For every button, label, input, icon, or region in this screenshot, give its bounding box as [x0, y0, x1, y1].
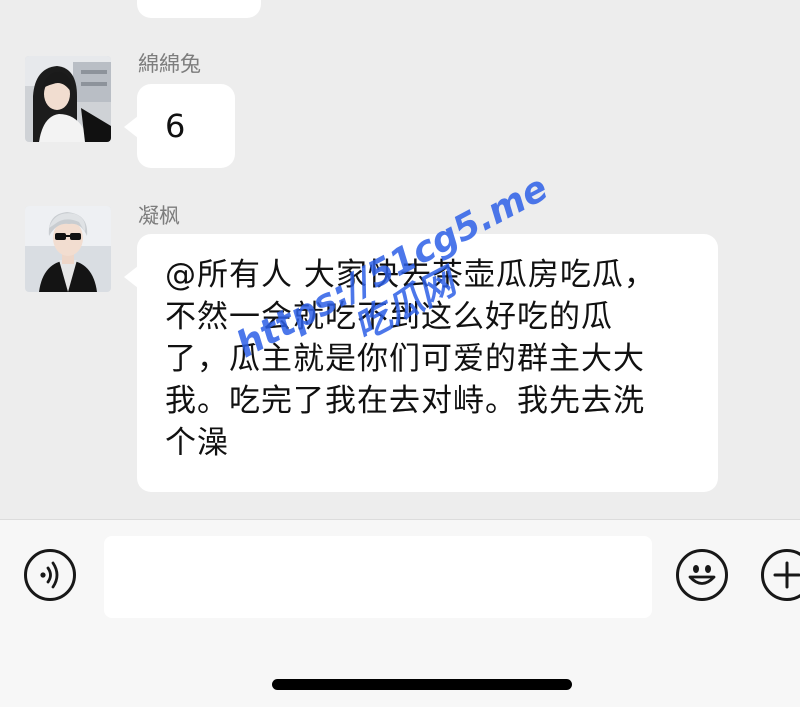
input-bar — [0, 520, 800, 707]
sender-name: 綿綿兔 — [138, 52, 201, 76]
avatar-girl-image — [25, 56, 111, 142]
message-input[interactable] — [104, 536, 652, 618]
emoji-icon — [688, 565, 716, 585]
voice-button[interactable] — [24, 549, 76, 601]
message-list[interactable]: 綿綿兔 6 凝枫 @所有人 大家快去茶壶瓜房吃瓜， 不然一会就吃不到这么好吃的瓜… — [0, 0, 800, 520]
message-bubble[interactable]: @所有人 大家快去茶壶瓜房吃瓜， 不然一会就吃不到这么好吃的瓜 了，瓜主就是你们… — [137, 234, 718, 492]
message-bubble[interactable]: 6 — [137, 84, 235, 168]
plus-icon — [773, 561, 800, 589]
more-button[interactable] — [761, 549, 800, 601]
avatar-boy-image — [25, 206, 111, 292]
chat-screen: 綿綿兔 6 凝枫 @所有人 大家快去茶壶瓜房吃瓜， 不然一会就吃不到这么好吃的瓜… — [0, 0, 800, 707]
previous-message-bubble[interactable] — [137, 0, 261, 18]
home-indicator[interactable] — [272, 679, 572, 690]
sender-name: 凝枫 — [138, 204, 180, 228]
voice-icon — [40, 561, 59, 589]
emoji-button[interactable] — [676, 549, 728, 601]
bubble-tail — [124, 266, 138, 288]
avatar[interactable] — [25, 56, 111, 142]
avatar[interactable] — [25, 206, 111, 292]
bubble-tail — [124, 116, 138, 138]
